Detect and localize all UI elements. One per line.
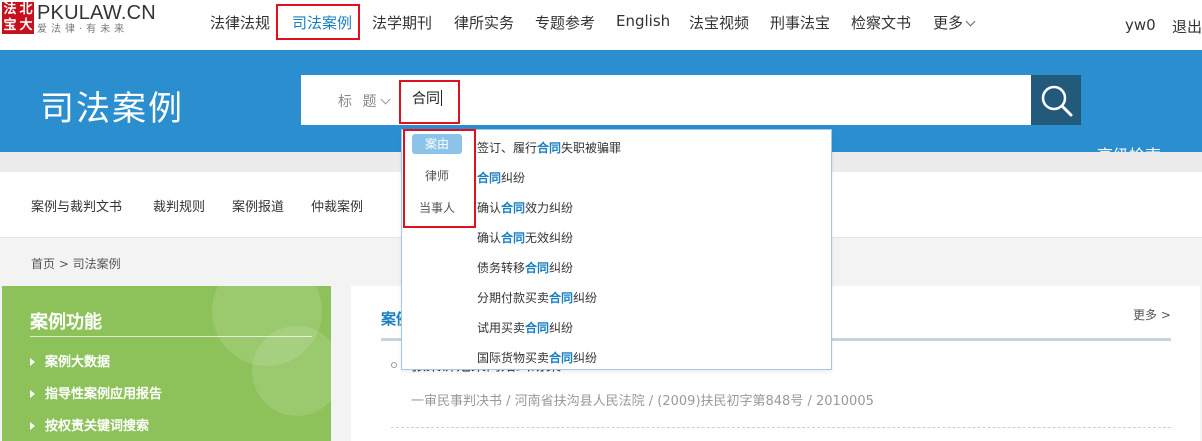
suggestion-text: 效力纠纷 <box>525 201 574 215</box>
tabs-highlight-box <box>403 129 476 228</box>
suggestion-text: 试用买卖 <box>477 321 526 335</box>
search-icon <box>1041 85 1073 117</box>
suggestion-text: 无效纠纷 <box>525 231 574 245</box>
logo-char: 大 <box>19 18 33 33</box>
suggestion-item[interactable]: 国际货物买卖合同纠纷 <box>477 349 597 366</box>
case-functions-panel: 案例功能 案例大数据 指导性案例应用报告 按权责关键词搜索 <box>2 286 331 441</box>
logo-char: 北 <box>19 2 33 17</box>
suggestion-highlight: 合同 <box>549 351 574 365</box>
suggestion-text: 纠纷 <box>573 291 598 305</box>
case-meta: 一审民事判决书 / 河南省扶沟县人民法院 / (2009)扶民初字第848号 /… <box>411 394 874 409</box>
suggestion-item[interactable]: 试用买卖合同纠纷 <box>477 319 573 336</box>
triangle-right-icon <box>30 390 35 398</box>
suggestion-text: 分期付款买卖 <box>477 291 550 305</box>
logo-text: PKULAW.CN 爱法律·有未来 <box>37 2 156 36</box>
nav-item-lawfirm[interactable]: 律所实务 <box>454 12 514 33</box>
suggestion-text: 纠纷 <box>573 351 598 365</box>
suggestion-text: 确认 <box>477 201 502 215</box>
suggestion-highlight: 合同 <box>525 261 550 275</box>
nav-item-procuratorate[interactable]: 检察文书 <box>851 12 911 33</box>
suggestion-item[interactable]: 分期付款买卖合同纠纷 <box>477 289 597 306</box>
chevron-down-icon <box>381 94 391 105</box>
suggestion-text: 签订、履行 <box>477 141 538 155</box>
suggestion-text: 纠纷 <box>549 321 574 335</box>
sidebar-item-keyword-search[interactable]: 按权责关键词搜索 <box>30 415 149 434</box>
suggestion-text: 失职被骗罪 <box>561 141 622 155</box>
logo-char: 宝 <box>3 18 17 33</box>
top-navbar: 法 北 宝 大 PKULAW.CN 爱法律·有未来 法律法规 司法案例 法学期刊… <box>0 0 1202 50</box>
suggestion-highlight: 合同 <box>525 321 550 335</box>
search-field-label: 标 题 <box>338 94 380 110</box>
panel-title: 案例功能 <box>30 312 102 333</box>
bullet-icon <box>391 362 397 368</box>
logo-slogan: 爱法律·有未来 <box>37 24 129 35</box>
sidebar-item-label: 按权责关键词搜索 <box>45 419 150 434</box>
sidebar-item-guiding-report[interactable]: 指导性案例应用报告 <box>30 383 162 402</box>
subnav-reports[interactable]: 案例报道 <box>232 196 284 215</box>
sidebar-item-label: 案例大数据 <box>45 355 111 370</box>
suggestion-text: 债务转移 <box>477 261 526 275</box>
suggestion-item[interactable]: 债务转移合同纠纷 <box>477 259 573 276</box>
suggestion-item[interactable]: 签订、履行合同失职被骗罪 <box>477 139 621 156</box>
nav-item-more[interactable]: 更多 <box>933 12 976 33</box>
nav-item-english[interactable]: English <box>616 12 670 30</box>
suggestion-highlight: 合同 <box>501 231 526 245</box>
breadcrumb[interactable]: 首页 > 司法案例 <box>31 255 121 272</box>
logo-char: 法 <box>3 2 17 17</box>
nav-more-label: 更多 <box>933 14 964 32</box>
triangle-right-icon <box>30 422 35 430</box>
subnav-cases-documents[interactable]: 案例与裁判文书 <box>31 196 122 215</box>
subnav-arbitration[interactable]: 仲裁案例 <box>311 196 363 215</box>
suggestion-item[interactable]: 确认合同效力纠纷 <box>477 199 573 216</box>
subnav-rules[interactable]: 裁判规则 <box>153 196 205 215</box>
chevron-down-icon <box>965 16 976 27</box>
nav-item-criminal[interactable]: 刑事法宝 <box>770 12 830 33</box>
sidebar-item-bigdata[interactable]: 案例大数据 <box>30 351 110 370</box>
logo-brand: PKULAW.CN <box>37 2 156 24</box>
site-logo[interactable]: 法 北 宝 大 PKULAW.CN 爱法律·有未来 <box>2 2 156 36</box>
suggestion-item[interactable]: 合同纠纷 <box>477 169 525 186</box>
suggestion-highlight: 合同 <box>537 141 562 155</box>
nav-item-topics[interactable]: 专题参考 <box>535 12 595 33</box>
logout-link[interactable]: 退出 <box>1172 16 1202 37</box>
decor-circle <box>252 326 331 416</box>
triangle-right-icon <box>30 358 35 366</box>
suggestion-item[interactable]: 确认合同无效纠纷 <box>477 229 573 246</box>
logo-seal: 法 北 宝 大 <box>2 2 34 34</box>
more-link[interactable]: 更多 > <box>1133 306 1171 323</box>
suggestion-text: 纠纷 <box>549 261 574 275</box>
suggestion-text: 确认 <box>477 231 502 245</box>
dashed-divider <box>391 427 1171 428</box>
panel-divider <box>30 336 312 337</box>
search-button[interactable] <box>1031 75 1081 125</box>
nav-item-laws[interactable]: 法律法规 <box>210 12 270 33</box>
nav-item-video[interactable]: 法宝视频 <box>689 12 749 33</box>
suggestion-highlight: 合同 <box>549 291 574 305</box>
page-title: 司法案例 <box>40 89 184 129</box>
nav-item-journals[interactable]: 法学期刊 <box>372 12 432 33</box>
nav-highlight-box <box>276 4 360 40</box>
sidebar-item-label: 指导性案例应用报告 <box>45 387 163 402</box>
search-field-select[interactable]: 标 题 <box>338 91 391 111</box>
suggestion-highlight: 合同 <box>477 171 502 185</box>
suggestion-text: 纠纷 <box>501 171 526 185</box>
suggestion-text: 国际货物买卖 <box>477 351 550 365</box>
input-highlight-box <box>399 80 460 124</box>
suggestion-highlight: 合同 <box>501 201 526 215</box>
user-name[interactable]: yw0 <box>1125 16 1156 34</box>
